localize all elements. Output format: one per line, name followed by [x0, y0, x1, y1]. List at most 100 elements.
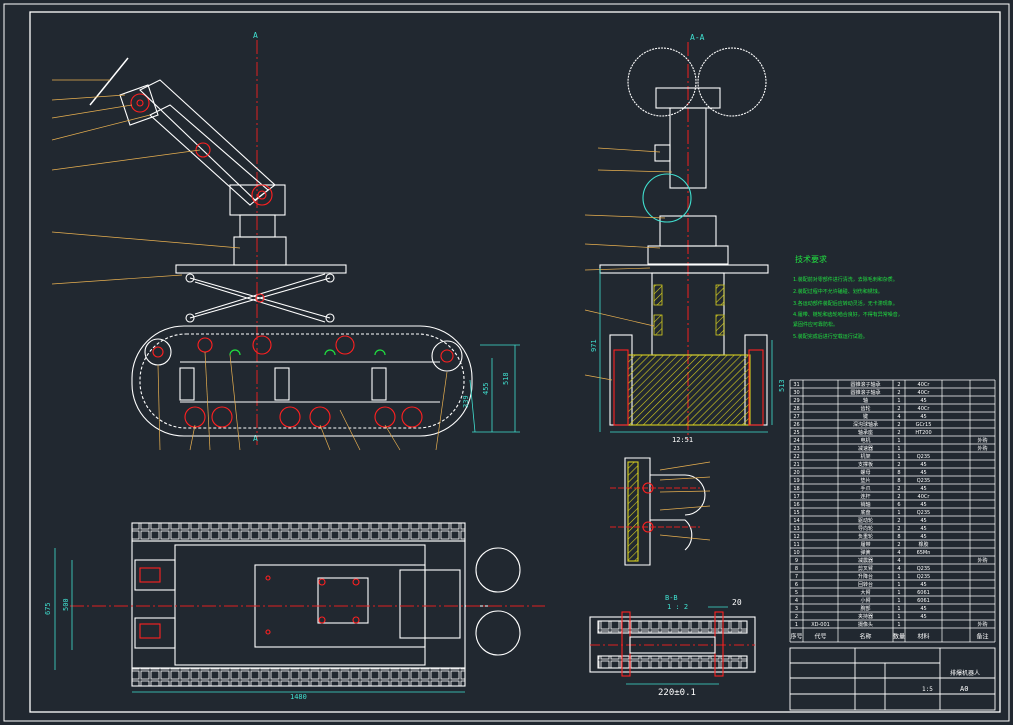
bom-cell: GCr15: [916, 422, 932, 428]
tech-req-line-6: 5.装配完成后进行空载运行试验。: [793, 333, 868, 340]
bom-cell: 6061: [917, 598, 930, 604]
bom-cell: 橡胶: [918, 541, 928, 548]
bom-cell: 28: [793, 406, 799, 412]
bom-cell: 减速器: [858, 445, 873, 452]
bom-cell: 圆锥滚子轴承: [850, 381, 880, 388]
bom-cell: 大臂: [860, 589, 870, 596]
bom-cell: 16: [793, 502, 799, 508]
dim-aa-width: 12:51: [672, 436, 693, 444]
technical-requirements: 技术要求 1.装配前对零部件进行清洗，去除毛刺和杂质。 2.装配过程中不允许磕碰…: [793, 254, 903, 340]
tech-req-line-4: 4.履带、链轮和齿轮啮合良好，不得有异常噪音，: [793, 311, 903, 318]
bom-cell: 底盘: [860, 509, 870, 516]
bom-cell: 2: [897, 422, 900, 428]
bom-cell: 螺母: [860, 469, 870, 476]
detail-view: [610, 457, 706, 566]
bom-cell: 1: [897, 614, 900, 620]
bom-cell: 2: [897, 526, 900, 532]
bom-cell: Q235: [917, 574, 930, 580]
bom-cell: 45: [920, 614, 926, 620]
bom-cell: 轴承座: [858, 429, 873, 436]
bom-cell: 13: [793, 526, 799, 532]
dim-bb-width: 220±0.1: [658, 688, 696, 698]
bom-cell: XD-001: [811, 622, 830, 628]
dim-675: 675: [44, 602, 52, 615]
bom-cell: 2: [897, 430, 900, 436]
bom-cell: 连杆: [860, 493, 870, 500]
bom-cell: 1: [897, 438, 900, 444]
dim-height: 518: [502, 372, 510, 385]
bom-cell: 2: [897, 390, 900, 396]
bom-cell: 轴: [863, 397, 868, 404]
bom-cell: 2: [897, 518, 900, 524]
bom-cell: 45: [920, 502, 926, 508]
bom-cell: Q235: [917, 478, 930, 484]
bom-cell: 导向轮: [858, 525, 873, 532]
bom-cell: 2: [897, 486, 900, 492]
bom-cell: 销轴: [860, 501, 870, 508]
bom-cell: 6061: [917, 590, 930, 596]
bom-cell: 深沟球轴承: [853, 421, 878, 428]
bom-cell: 1: [897, 446, 900, 452]
bom-cell: HT200: [915, 430, 931, 436]
bom-cell: 26: [793, 422, 799, 428]
dim-width: 1480: [290, 693, 307, 701]
tech-req-title: 技术要求: [795, 254, 827, 264]
bom-cell: 1: [897, 574, 900, 580]
bom-cell: Q235: [917, 510, 930, 516]
bom-cell: 摄像头: [858, 621, 873, 628]
bom-cell: 8: [795, 566, 798, 572]
bom-cell: 2: [897, 494, 900, 500]
bom-cell: 45: [920, 534, 926, 540]
dim-455: 455: [482, 382, 490, 395]
bom-cell: 外购: [977, 445, 987, 452]
bom-cell: 19: [793, 478, 799, 484]
bom-cell: 24: [793, 438, 799, 444]
bom-cell: 减震器: [858, 557, 873, 564]
bom-cell: 升降台: [858, 573, 873, 580]
bom-cell: 7: [795, 574, 798, 580]
bom-cell: 键: [863, 413, 868, 420]
bom-cell: 2: [897, 462, 900, 468]
bom-cell: 21: [793, 462, 799, 468]
bom-cell: 40Cr: [918, 382, 931, 388]
bom-cell: 1: [897, 622, 900, 628]
bom-cell: 30: [793, 390, 799, 396]
bom-cell: 40Cr: [918, 494, 931, 500]
bom-cell: 20: [793, 470, 799, 476]
bom-cell: 10: [793, 550, 799, 556]
bom-table: 31 圆锥滚子轴承 2 40Cr30 圆锥滚子轴承 2 40Cr29 轴 1 4528 齿轮 2 40C…: [789, 379, 996, 643]
bom-cell: 31: [793, 382, 799, 388]
bom-cell: 45: [920, 462, 926, 468]
section-label-a-top: A: [253, 31, 258, 40]
title-block-name: 排爆机器人: [950, 669, 980, 677]
bom-cell: 2: [897, 542, 900, 548]
section-aa-view: [599, 42, 769, 440]
bom-cell: 6: [795, 582, 798, 588]
tech-req-line-3: 3.各运动部件装配后应转动灵活，无卡滞现象。: [793, 300, 898, 307]
detail-circle: [642, 173, 692, 223]
plan-view: [131, 522, 521, 687]
bom-cell: 外购: [977, 621, 987, 628]
bom-cell: 45: [920, 486, 926, 492]
section-label-a-bottom: A: [253, 434, 258, 443]
bom-cell: 45: [920, 526, 926, 532]
bom-cell: 4: [897, 414, 900, 420]
side-view: A A 518 455 339: [51, 31, 520, 451]
bom-cell: 15: [793, 510, 799, 516]
scissor-lift: [175, 264, 347, 323]
tech-req-line-1: 1.装配前对零部件进行清洗，去除毛刺和杂质。: [793, 276, 898, 283]
bom-cell: 2: [795, 614, 798, 620]
bom-cell: 机架: [860, 453, 870, 460]
bom-cell: 垫片: [860, 477, 870, 484]
bom-cell: 40Cr: [918, 390, 931, 396]
title-block: [789, 647, 996, 711]
dim-aa-height: 971: [590, 339, 598, 352]
bom-cell: 小臂: [860, 597, 870, 604]
bom-cell: 负重轮: [858, 533, 873, 540]
side-view-dimensions: [469, 344, 520, 433]
bom-cell: 1: [897, 454, 900, 460]
bom-cell: 17: [793, 494, 799, 500]
bom-cell: 腕部: [860, 605, 870, 612]
bom-cell: 齿轮: [860, 405, 870, 412]
title-block-scale: 1:5: [922, 686, 933, 693]
